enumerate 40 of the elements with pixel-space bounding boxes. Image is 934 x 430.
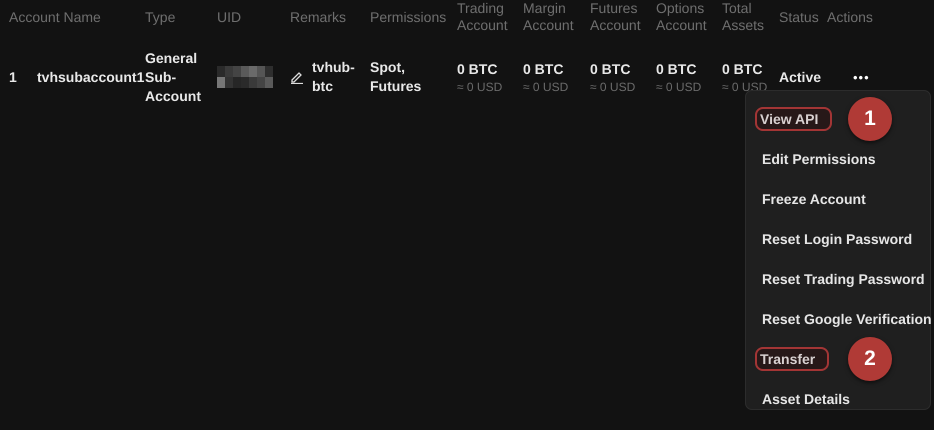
usd-amount: ≈ 0 USD	[523, 78, 568, 94]
redacted-uid	[217, 66, 273, 88]
btc-amount: 0 BTC	[457, 60, 498, 78]
column-header: UID	[217, 8, 242, 26]
menu-item[interactable]: Reset Trading Password	[757, 269, 930, 289]
account-name: tvhsubaccount1	[37, 68, 144, 86]
column-header: Type	[145, 8, 176, 26]
menu-item[interactable]: Edit Permissions	[757, 149, 881, 169]
usd-amount: ≈ 0 USD	[590, 78, 636, 94]
more-actions-button[interactable]: •••	[853, 70, 870, 84]
row-index: 1	[9, 68, 17, 86]
edit-icon[interactable]	[290, 70, 304, 84]
remarks-text: tvhub-btc	[312, 58, 356, 96]
btc-amount: 0 BTC	[656, 60, 696, 78]
step-badge: 2	[848, 337, 892, 381]
column-header: Permissions	[370, 8, 446, 26]
menu-item[interactable]: Reset Google Verification	[757, 309, 934, 329]
menu-item[interactable]: Freeze Account	[757, 189, 871, 209]
btc-amount: 0 BTC	[590, 60, 630, 78]
column-header: Status	[779, 8, 819, 26]
column-header: Margin Account	[523, 0, 575, 34]
column-header: Options Account	[656, 0, 708, 34]
column-header: Remarks	[290, 8, 346, 26]
column-header: Account Name	[9, 8, 101, 26]
usd-amount: ≈ 0 USD	[656, 78, 702, 94]
menu-item[interactable]: Transfer	[755, 347, 830, 371]
btc-amount: 0 BTC	[523, 60, 564, 78]
account-type: General Sub-Account	[145, 48, 202, 106]
permissions-text: Spot, Futures	[370, 58, 422, 96]
btc-amount: 0 BTC	[722, 60, 762, 78]
status-text: Active	[779, 68, 822, 86]
step-badge: 1	[848, 97, 892, 141]
menu-item[interactable]: View API	[755, 107, 832, 131]
column-header: Trading Account	[457, 0, 509, 34]
column-header: Futures Account	[590, 0, 642, 34]
menu-item[interactable]: Reset Login Password	[757, 229, 918, 249]
column-header: Actions	[827, 8, 873, 26]
usd-amount: ≈ 0 USD	[457, 78, 502, 94]
column-header: Total Assets	[722, 0, 766, 34]
menu-item[interactable]: Asset Details	[757, 389, 855, 409]
